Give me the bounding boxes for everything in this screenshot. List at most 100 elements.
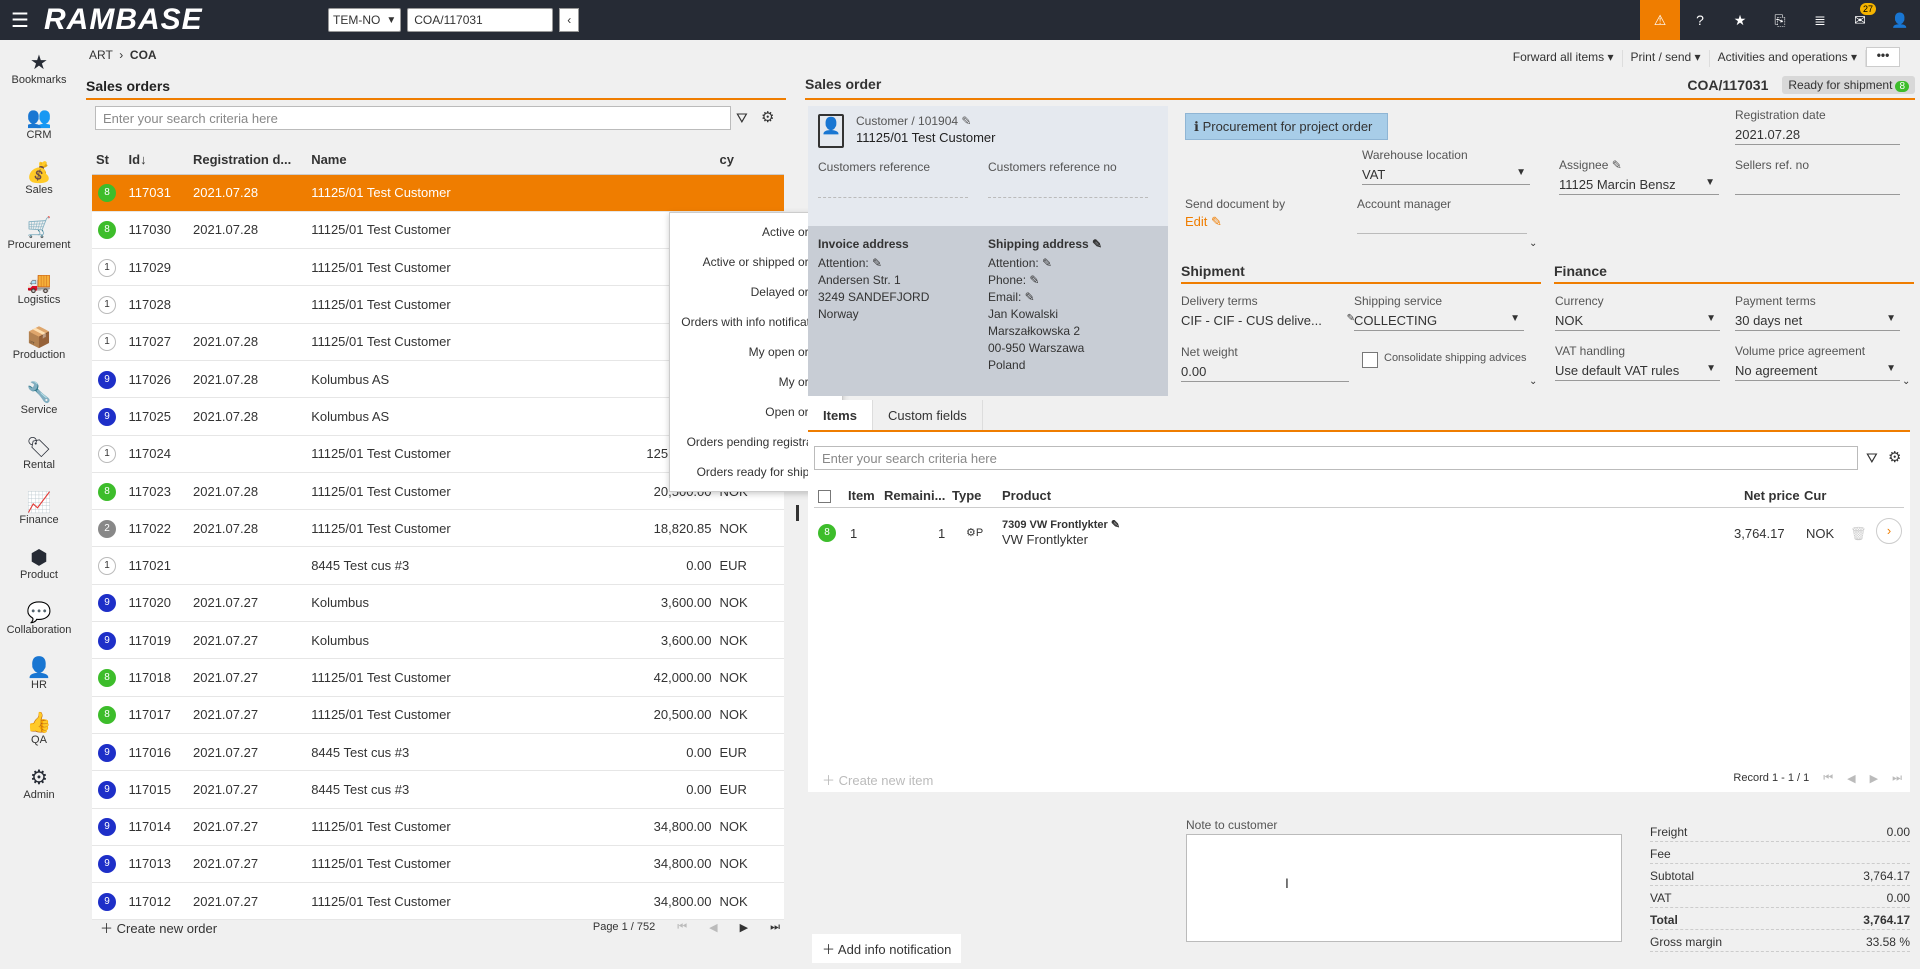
col-id[interactable]: Id↓ [128,146,193,175]
col-product[interactable]: Product [1002,488,1051,503]
sidebar-item-rental[interactable]: 🏷 Rental [0,425,78,480]
company-select[interactable]: TEM-NO ▼ [328,8,402,32]
edit-icon[interactable]: ✎ [869,256,882,270]
back-button[interactable]: ‹ [559,8,580,32]
payment-terms-field[interactable]: Payment terms 30 days net ▼ [1735,294,1900,331]
edit-icon[interactable]: ✎ [1039,256,1052,270]
sidebar-item-finance[interactable]: 📈 Finance [0,480,78,535]
first-page-icon[interactable]: ⏮ [1823,772,1833,785]
net-weight-field[interactable]: Net weight 0.00 [1181,345,1349,382]
delivery-terms-field[interactable]: Delivery terms CIF - CIF - CUS delive... ✎ [1181,294,1355,331]
print-send-button[interactable]: Print / send ▾ [1623,50,1710,67]
list-icon[interactable]: ≣ [1800,0,1840,40]
last-page-icon[interactable]: ⏭ [1892,772,1902,785]
sidebar-item-crm[interactable]: 👥 CRM [0,95,78,150]
volume-price-field[interactable]: Volume price agreement No agreement ▼ [1735,344,1900,381]
col-st[interactable]: St [92,146,129,175]
tab-items[interactable]: Items [808,400,873,430]
col-currency[interactable]: cy [719,146,784,175]
consolidate-field[interactable]: Consolidate shipping advices [1362,352,1542,368]
gear-icon[interactable]: ⚙ [1888,448,1901,466]
hamburger-menu-icon[interactable]: ☰ [0,0,40,40]
edit-icon[interactable]: ✎ [1092,237,1102,251]
star-icon[interactable]: ★ [1720,0,1760,40]
customers-reference-field[interactable]: Customers reference [818,160,968,198]
prev-page-icon[interactable]: ◀ [709,921,717,934]
create-new-item-button[interactable]: ＋ Create new item [822,770,933,789]
panel-splitter[interactable] [796,505,799,521]
more-options-button[interactable]: ••• [1866,47,1900,67]
customers-reference-no-field[interactable]: Customers reference no [988,160,1148,198]
send-document-edit[interactable]: Edit ✎ [1185,214,1345,230]
sidebar-item-sales[interactable]: 💰 Sales [0,150,78,205]
sidebar-item-product[interactable]: ⬢ Product [0,535,78,590]
item-row[interactable]: 8 1 1 ⚙P 7309 VW Frontlykter ✎ VW Frontl… [814,514,1904,554]
orders-search-input[interactable]: Enter your search criteria here [95,106,731,130]
assignee-field[interactable]: Assignee ✎ 11125 Marcin Bensz ▼ [1559,158,1719,195]
col-reg-date[interactable]: Registration d... [193,146,312,175]
filter-icon[interactable]: ⛛ [736,110,748,127]
expand-chevron-icon[interactable]: ⌄ [1529,376,1537,387]
edit-icon[interactable]: ✎ [1026,273,1039,287]
warehouse-location-field[interactable]: Warehouse location VAT ▼ [1362,148,1530,185]
next-page-icon[interactable]: ▶ [1870,772,1878,785]
col-item[interactable]: Item [848,488,875,503]
shipping-service-field[interactable]: Shipping service COLLECTING ▼ [1354,294,1524,331]
sidebar-item-admin[interactable]: ⚙ Admin [0,755,78,810]
table-row[interactable]: 9 117013 2021.07.27 11125/01 Test Customer 3… [92,845,784,884]
col-net-price[interactable]: Net price [1744,488,1800,503]
filter-icon[interactable]: ⛛ [1866,450,1878,467]
consolidate-checkbox[interactable] [1362,352,1378,368]
col-name[interactable]: Name [311,146,580,175]
registration-date-field[interactable]: Registration date 2021.07.28 [1735,108,1900,145]
table-row[interactable]: 9 117015 2021.07.27 8445 Test cus #3 0.00 EUR [92,770,784,809]
currency-field[interactable]: Currency NOK ▼ [1555,294,1720,331]
customer-name[interactable]: 11125/01 Test Customer [856,130,995,145]
table-row[interactable]: 9 117020 2021.07.27 Kolumbus 3,600.00 NOK [92,584,784,623]
table-row[interactable]: 9 117016 2021.07.27 8445 Test cus #3 0.00 EUR [92,733,784,772]
forward-all-items-button[interactable]: Forward all items ▾ [1505,50,1623,67]
sidebar-item-production[interactable]: 📦 Production [0,315,78,370]
note-to-customer-textarea[interactable]: I [1186,834,1622,942]
next-page-icon[interactable]: ▶ [740,921,748,934]
procurement-info-button[interactable]: ℹ Procurement for project order [1185,113,1388,140]
items-search-input[interactable]: Enter your search criteria here [814,446,1858,470]
activities-operations-button[interactable]: Activities and operations ▾ [1710,50,1866,67]
table-row[interactable]: 8 117017 2021.07.27 11125/01 Test Customer 2… [92,696,784,734]
item-product-code[interactable]: 7309 VW Frontlykter ✎ [1002,518,1120,531]
trash-icon[interactable]: 🗑 [1850,526,1867,542]
sidebar-item-qa[interactable]: 👍 QA [0,700,78,755]
account-manager-field[interactable]: Account manager [1357,197,1527,234]
rambase-logo[interactable]: RAMBASE [44,3,294,37]
sidebar-item-procurement[interactable]: 🛒 Procurement [0,205,78,260]
col-amount[interactable] [579,146,720,175]
col-remaining[interactable]: Remaini... [884,488,945,503]
attachment-icon[interactable]: ⎘ [1760,0,1800,40]
prev-page-icon[interactable]: ◀ [1847,772,1855,785]
user-icon[interactable]: 👤 [1880,0,1920,40]
edit-icon[interactable]: ✎ [1612,158,1622,172]
table-row[interactable]: 1 117021 8445 Test cus #3 0.00 EUR [92,546,784,585]
sidebar-item-service[interactable]: 🔧 Service [0,370,78,425]
edit-icon[interactable]: ✎ [961,114,971,128]
sidebar-item-bookmarks[interactable]: ★ Bookmarks [0,40,78,95]
create-new-order-button[interactable]: ＋ Create new order [100,918,217,937]
select-all-checkbox[interactable] [818,490,831,503]
sellers-ref-field[interactable]: Sellers ref. no [1735,158,1900,195]
table-row[interactable]: 2 117022 2021.07.28 11125/01 Test Customer 1… [92,509,784,548]
sidebar-item-collaboration[interactable]: 💬 Collaboration [0,590,78,645]
sidebar-item-logistics[interactable]: 🚚 Logistics [0,260,78,315]
breadcrumb-art[interactable]: ART [89,48,113,62]
last-page-icon[interactable]: ⏭ [770,921,780,934]
col-type[interactable]: Type [952,488,981,503]
table-row[interactable]: 8 117031 2021.07.28 11125/01 Test Customer [92,174,784,212]
vat-handling-field[interactable]: VAT handling Use default VAT rules ▼ [1555,344,1720,381]
tab-custom-fields[interactable]: Custom fields [873,400,983,430]
mail-icon[interactable]: ✉ 27 [1840,0,1880,40]
gear-icon[interactable]: ⚙ [761,108,774,126]
warning-icon[interactable]: ⚠ [1640,0,1680,40]
sidebar-item-hr[interactable]: 👤 HR [0,645,78,700]
expand-chevron-icon[interactable]: ⌄ [1902,376,1910,387]
document-input[interactable]: COA/117031 [407,8,554,32]
edit-icon[interactable]: ✎ [1021,290,1035,304]
